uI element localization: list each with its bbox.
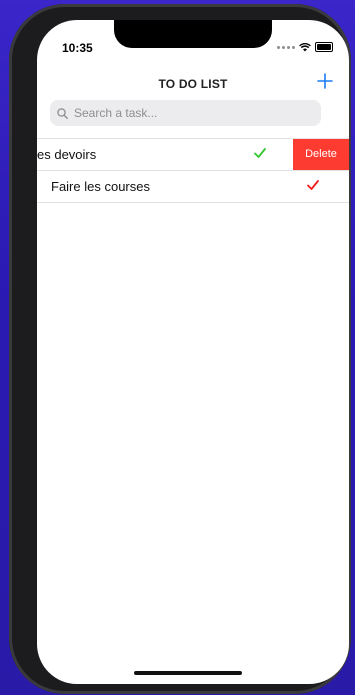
wifi-icon [299,42,311,51]
app-screen: 10:35 TO DO LIST Search a task... es dev… [37,20,349,684]
plus-icon [317,73,333,89]
home-indicator[interactable] [134,671,242,675]
search-icon [57,107,68,119]
page-title: TO DO LIST [158,77,228,91]
status-time: 10:35 [62,41,93,55]
checkmark-icon[interactable] [306,178,320,192]
task-label: Faire les courses [51,179,150,194]
notch [114,20,272,48]
search-bar[interactable] [50,100,321,126]
battery-icon [315,42,333,52]
phone-frame: 10:35 TO DO LIST Search a task... es dev… [9,4,351,694]
signal-icon [277,45,295,49]
task-list: es devoirs Delete Faire les courses [37,138,349,203]
task-label: es devoirs [37,147,97,162]
add-task-button[interactable] [315,70,335,92]
task-row[interactable]: es devoirs Delete [37,138,349,170]
checkmark-icon[interactable] [253,146,267,160]
search-input[interactable] [72,105,306,121]
task-row[interactable]: Faire les courses [37,170,349,203]
status-icons [277,42,333,52]
delete-button[interactable]: Delete [293,139,349,170]
